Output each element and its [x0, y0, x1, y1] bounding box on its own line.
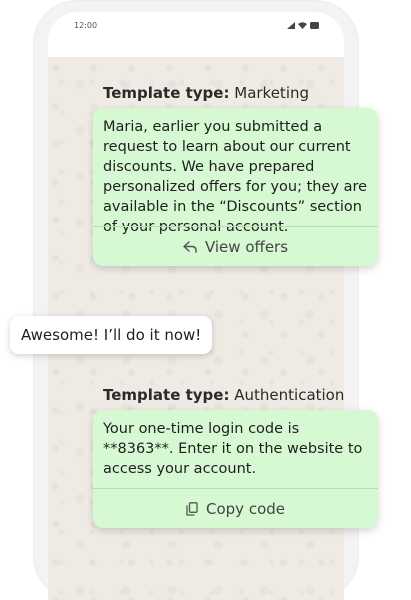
view-offers-label: View offers	[204, 238, 289, 256]
stage: 12:00 Template type: Marketing Maria, ea…	[0, 0, 411, 600]
copy-code-button[interactable]: Copy code	[93, 489, 378, 529]
battery-icon	[310, 22, 319, 29]
status-time: 12:00	[74, 21, 98, 30]
template-type-label-marketing: Template type: Marketing	[103, 84, 309, 102]
authentication-message-text: Your one-time login code is **8363**. En…	[103, 421, 363, 477]
template-type-value: Marketing	[234, 84, 310, 102]
copy-code-label: Copy code	[206, 500, 285, 518]
template-type-prefix: Template type:	[103, 386, 230, 404]
template-type-prefix: Template type:	[103, 84, 230, 102]
wifi-icon	[298, 22, 307, 29]
marketing-message-card: Maria, earlier you submitted a request t…	[93, 108, 378, 266]
reply-arrow-icon	[183, 241, 197, 253]
authentication-message-card: Your one-time login code is **8363**. En…	[93, 410, 378, 528]
reply-message-text: Awesome! I’ll do it now!	[21, 326, 202, 344]
reply-message-bubble: Awesome! I’ll do it now!	[10, 316, 213, 354]
status-icons	[287, 22, 320, 29]
marketing-message-text: Maria, earlier you submitted a request t…	[103, 119, 368, 235]
template-type-value: Authentication	[234, 386, 345, 404]
copy-icon	[186, 502, 198, 516]
view-offers-button[interactable]: View offers	[93, 227, 378, 267]
signal-icon	[287, 22, 295, 29]
template-type-label-authentication: Template type: Authentication	[103, 386, 344, 404]
status-bar: 12:00	[48, 12, 344, 57]
